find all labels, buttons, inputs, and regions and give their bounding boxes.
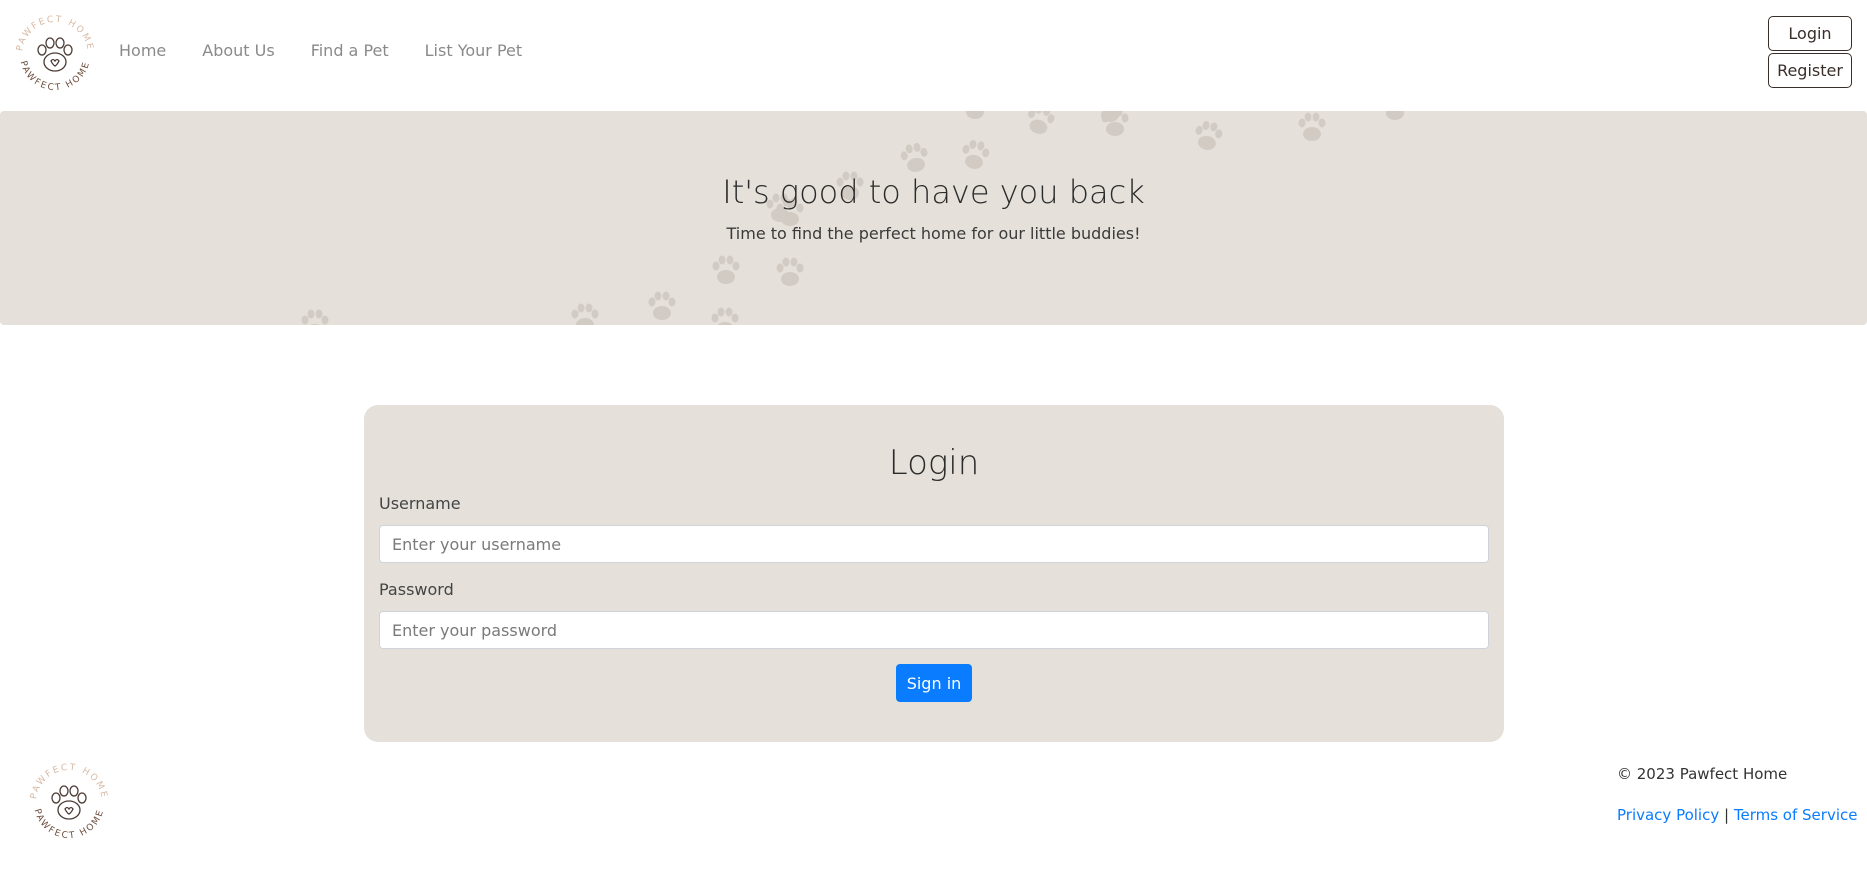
terms-of-service-link[interactable]: Terms of Service — [1734, 806, 1858, 824]
privacy-policy-link[interactable]: Privacy Policy — [1617, 806, 1719, 824]
footer-separator: | — [1724, 806, 1730, 824]
nav-item-about-us[interactable]: About Us — [202, 41, 274, 60]
footer-logo: PAWFECT HOME PAWFECT HOME — [24, 758, 114, 848]
register-button[interactable]: Register — [1768, 53, 1852, 88]
nav-item-list-your-pet[interactable]: List Your Pet — [425, 41, 523, 60]
paw-prints-background — [301, 111, 1409, 325]
login-card: Login Username Password Sign in — [364, 405, 1504, 742]
brand-logo[interactable]: PAWFECT HOME PAWFECT HOME — [10, 10, 100, 100]
login-button[interactable]: Login — [1768, 16, 1852, 51]
login-title: Login — [888, 443, 980, 483]
copyright-text: © 2023 Pawfect Home — [1617, 765, 1788, 783]
site-header: PAWFECT HOME PAWFECT HOME Home About Us … — [0, 0, 1867, 111]
paw-heart-icon: PAWFECT HOME PAWFECT HOME — [15, 15, 95, 94]
svg-text:PAWFECT HOME: PAWFECT HOME — [15, 15, 95, 52]
svg-text:PAWFECT HOME: PAWFECT HOME — [32, 808, 107, 842]
paw-heart-icon: PAWFECT HOME PAWFECT HOME — [29, 763, 109, 842]
nav-item-home[interactable]: Home — [119, 41, 166, 60]
footer-links: Privacy Policy | Terms of Service — [1617, 806, 1857, 824]
sign-in-button[interactable]: Sign in — [896, 664, 972, 702]
username-label: Username — [379, 494, 461, 513]
nav-item-find-a-pet[interactable]: Find a Pet — [311, 41, 389, 60]
password-input[interactable] — [379, 611, 1489, 649]
hero-banner: It's good to have you back Time to find … — [0, 111, 1867, 325]
username-input[interactable] — [379, 525, 1489, 563]
auth-buttons: Login Register — [1768, 16, 1852, 88]
svg-text:PAWFECT HOME: PAWFECT HOME — [18, 60, 93, 94]
password-label: Password — [379, 580, 454, 599]
hero-title: It's good to have you back — [722, 173, 1145, 211]
hero-subtitle: Time to find the perfect home for our li… — [726, 224, 1141, 243]
svg-text:PAWFECT HOME: PAWFECT HOME — [29, 763, 109, 800]
main-nav: Home About Us Find a Pet List Your Pet — [119, 41, 558, 60]
